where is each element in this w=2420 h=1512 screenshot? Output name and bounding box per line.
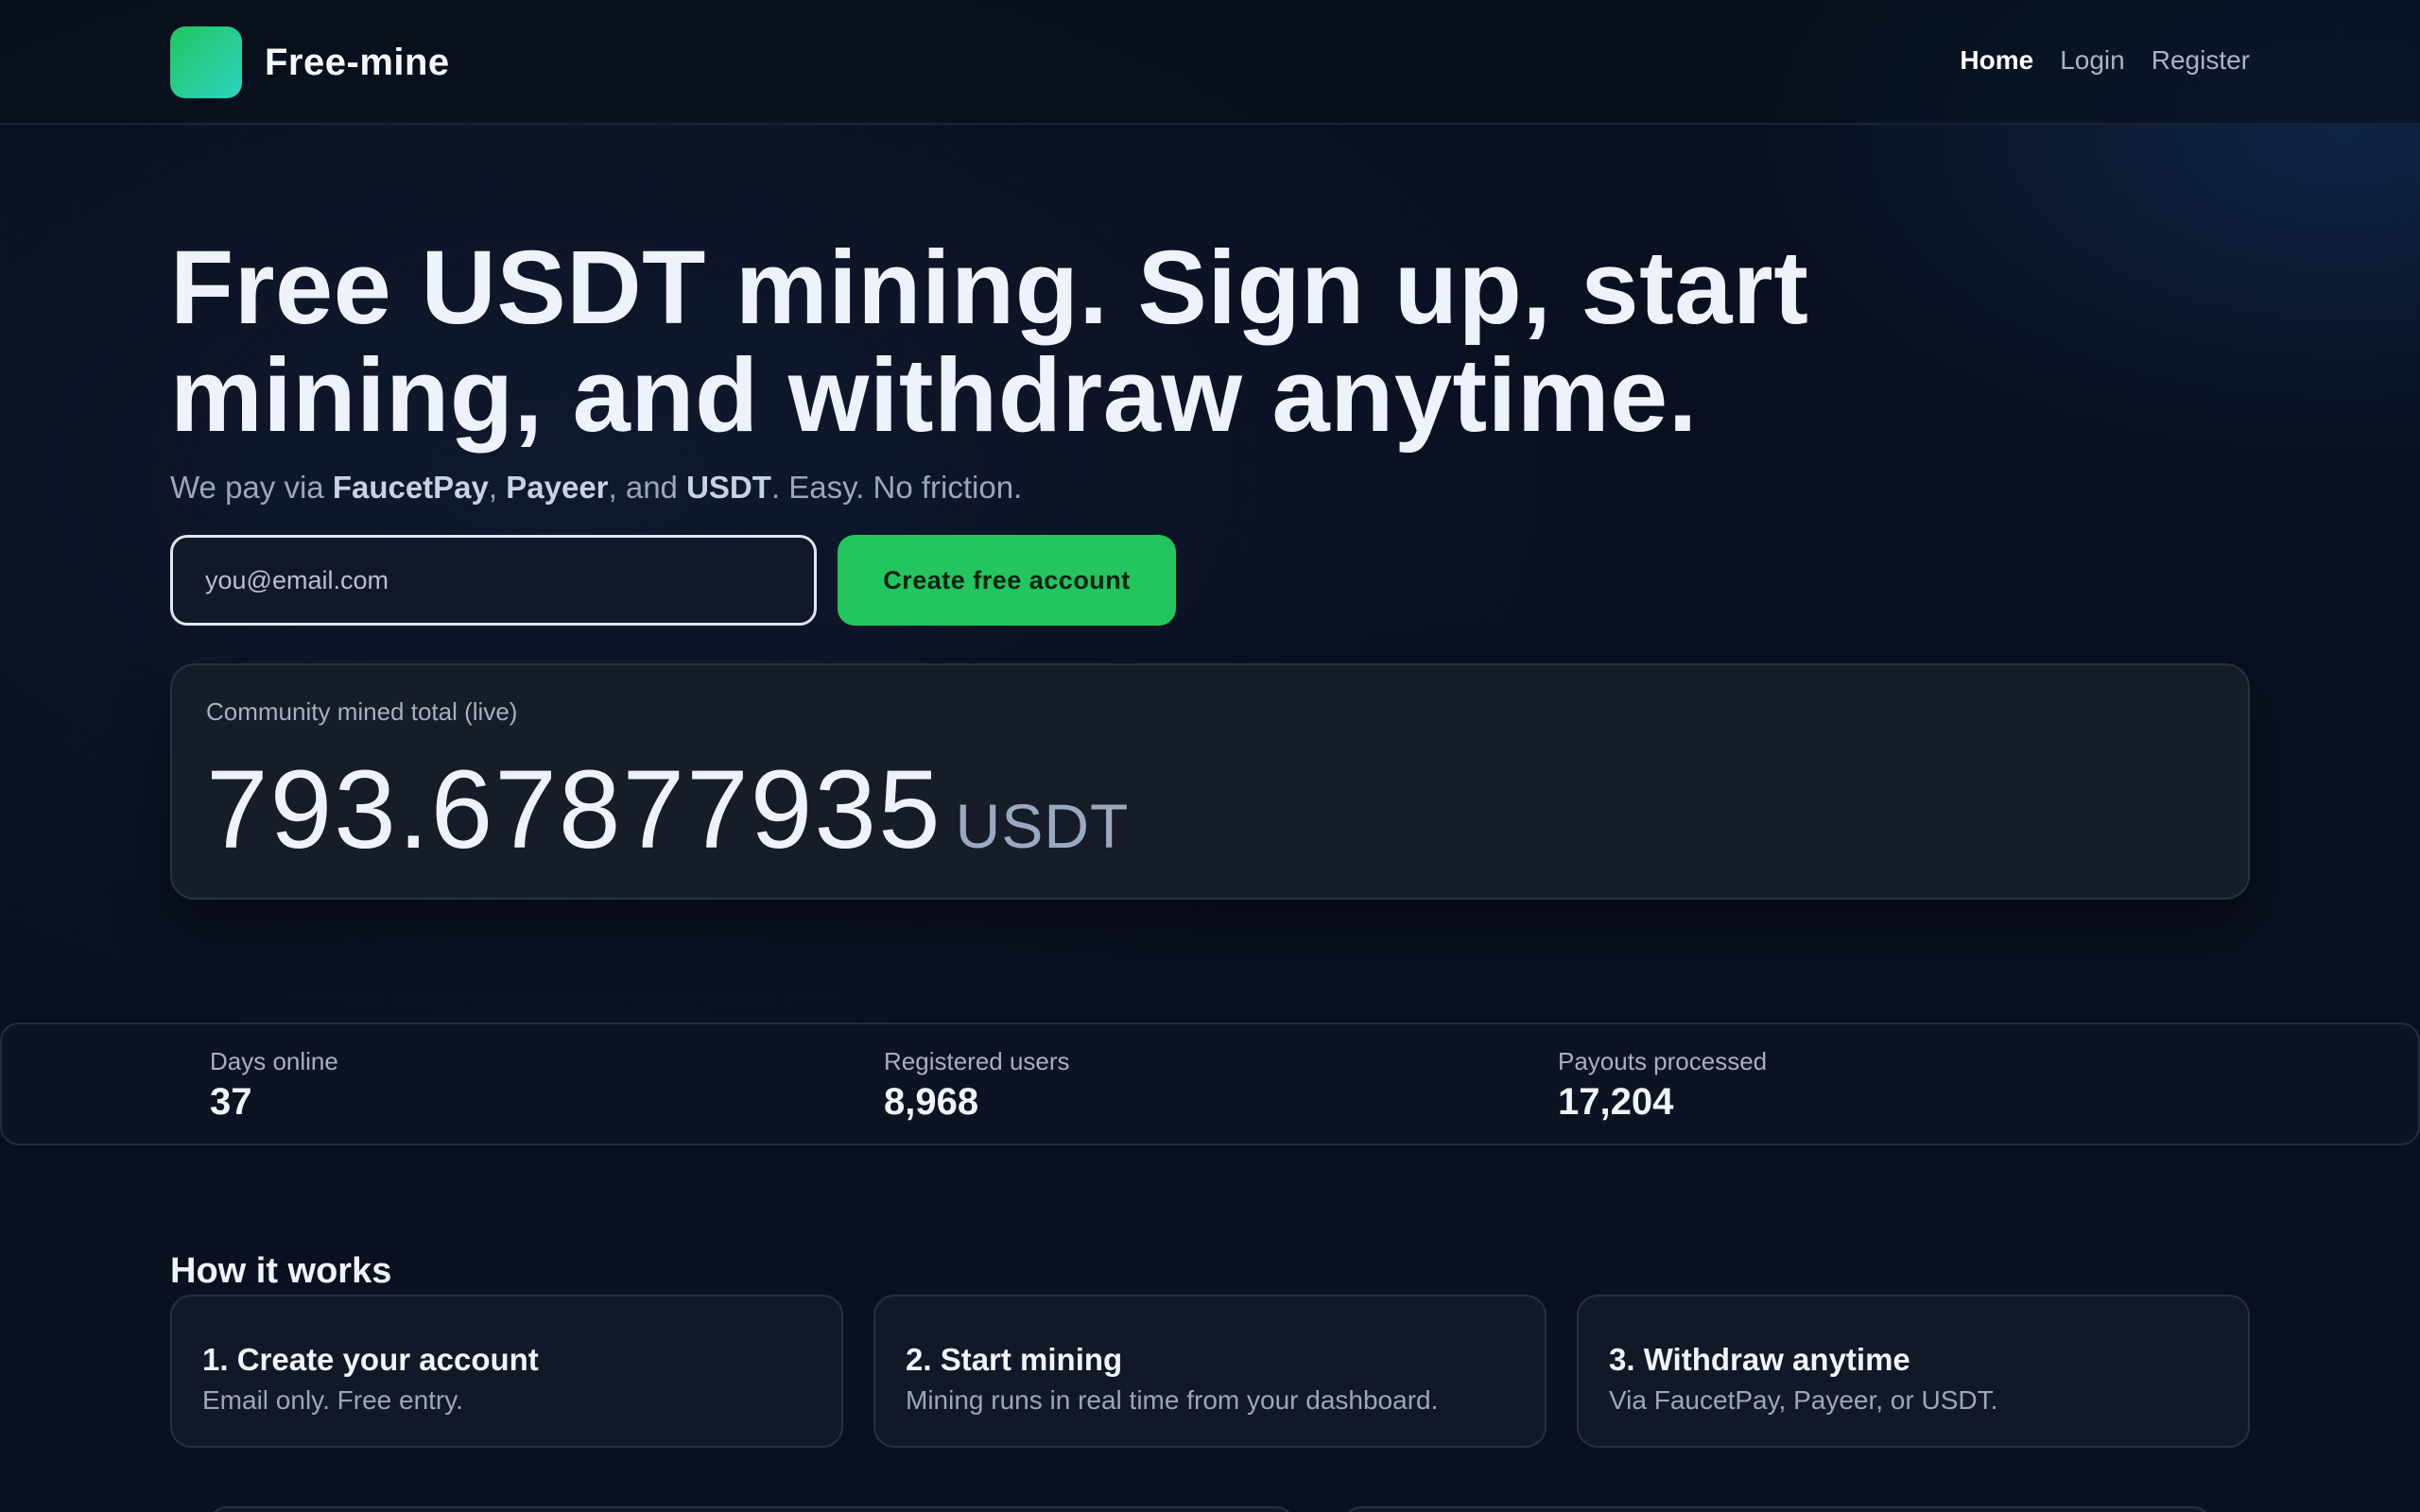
subtitle-suffix: . Easy. No friction. bbox=[770, 470, 1023, 505]
hero-subtitle: We pay via FaucetPay, Payeer, and USDT. … bbox=[170, 467, 1022, 508]
step-title: 2. Start mining bbox=[906, 1342, 1123, 1377]
payment-method-faucetpay: FaucetPay bbox=[332, 470, 489, 505]
mined-total: 793.67877935 USDT bbox=[206, 748, 1129, 887]
stat-registered-users: Registered users 8,968 bbox=[884, 1045, 1070, 1125]
step-card-start-mining: 2. Start mining Mining runs in real time… bbox=[873, 1295, 1547, 1448]
step-title: 3. Withdraw anytime bbox=[1609, 1342, 1910, 1377]
create-account-button[interactable]: Create free account bbox=[838, 535, 1176, 626]
mined-value: 793.67877935 bbox=[206, 747, 942, 872]
subtitle-separator: , and bbox=[608, 470, 687, 505]
stat-label: Payouts processed bbox=[1558, 1047, 1768, 1075]
logo-icon[interactable] bbox=[170, 26, 242, 98]
step-description: Via FaucetPay, Payeer, or USDT. bbox=[1609, 1385, 1998, 1415]
site-header: Free-mine Home Login Register bbox=[0, 0, 2420, 125]
mined-label: Community mined total (live) bbox=[206, 697, 518, 726]
step-description: Email only. Free entry. bbox=[202, 1385, 463, 1415]
stat-value: 8,968 bbox=[884, 1081, 979, 1123]
card-below-fold bbox=[208, 1506, 1295, 1512]
payment-method-payeer: Payeer bbox=[506, 470, 609, 505]
nav-login-link[interactable]: Login bbox=[2060, 42, 2125, 79]
hero-title-line1: Free USDT mining. Sign up, start bbox=[170, 230, 1809, 346]
step-card-withdraw: 3. Withdraw anytime Via FaucetPay, Payee… bbox=[1577, 1295, 2250, 1448]
community-mined-panel: Community mined total (live) 793.6787793… bbox=[170, 663, 2250, 900]
brand-name[interactable]: Free-mine bbox=[265, 38, 450, 87]
step-description: Mining runs in real time from your dashb… bbox=[906, 1385, 1439, 1415]
stat-label: Registered users bbox=[884, 1047, 1070, 1075]
hero-title: Free USDT mining. Sign up, start mining, … bbox=[170, 234, 2250, 450]
subtitle-prefix: We pay via bbox=[170, 470, 333, 505]
step-card-create-account: 1. Create your account Email only. Free … bbox=[170, 1295, 843, 1448]
stat-days-online: Days online 37 bbox=[210, 1045, 338, 1125]
mined-unit: USDT bbox=[955, 791, 1130, 861]
payment-method-usdt: USDT bbox=[686, 470, 771, 505]
subtitle-separator: , bbox=[488, 470, 507, 505]
step-title: 1. Create your account bbox=[202, 1342, 539, 1377]
nav-register-link[interactable]: Register bbox=[2152, 42, 2250, 79]
stat-value: 37 bbox=[210, 1081, 252, 1123]
card-below-fold bbox=[1342, 1506, 2212, 1512]
main-nav: Home Login Register bbox=[1960, 42, 2250, 79]
stats-bar: Days online 37 Registered users 8,968 Pa… bbox=[0, 1022, 2420, 1145]
how-it-works-heading: How it works bbox=[170, 1251, 392, 1291]
email-input[interactable] bbox=[170, 535, 817, 626]
hero-title-line2: mining, and withdraw anytime. bbox=[170, 337, 1698, 454]
nav-home-link[interactable]: Home bbox=[1960, 42, 2033, 79]
stat-value: 17,204 bbox=[1558, 1081, 1674, 1123]
stat-label: Days online bbox=[210, 1047, 338, 1075]
stat-payouts-processed: Payouts processed 17,204 bbox=[1558, 1045, 1767, 1125]
